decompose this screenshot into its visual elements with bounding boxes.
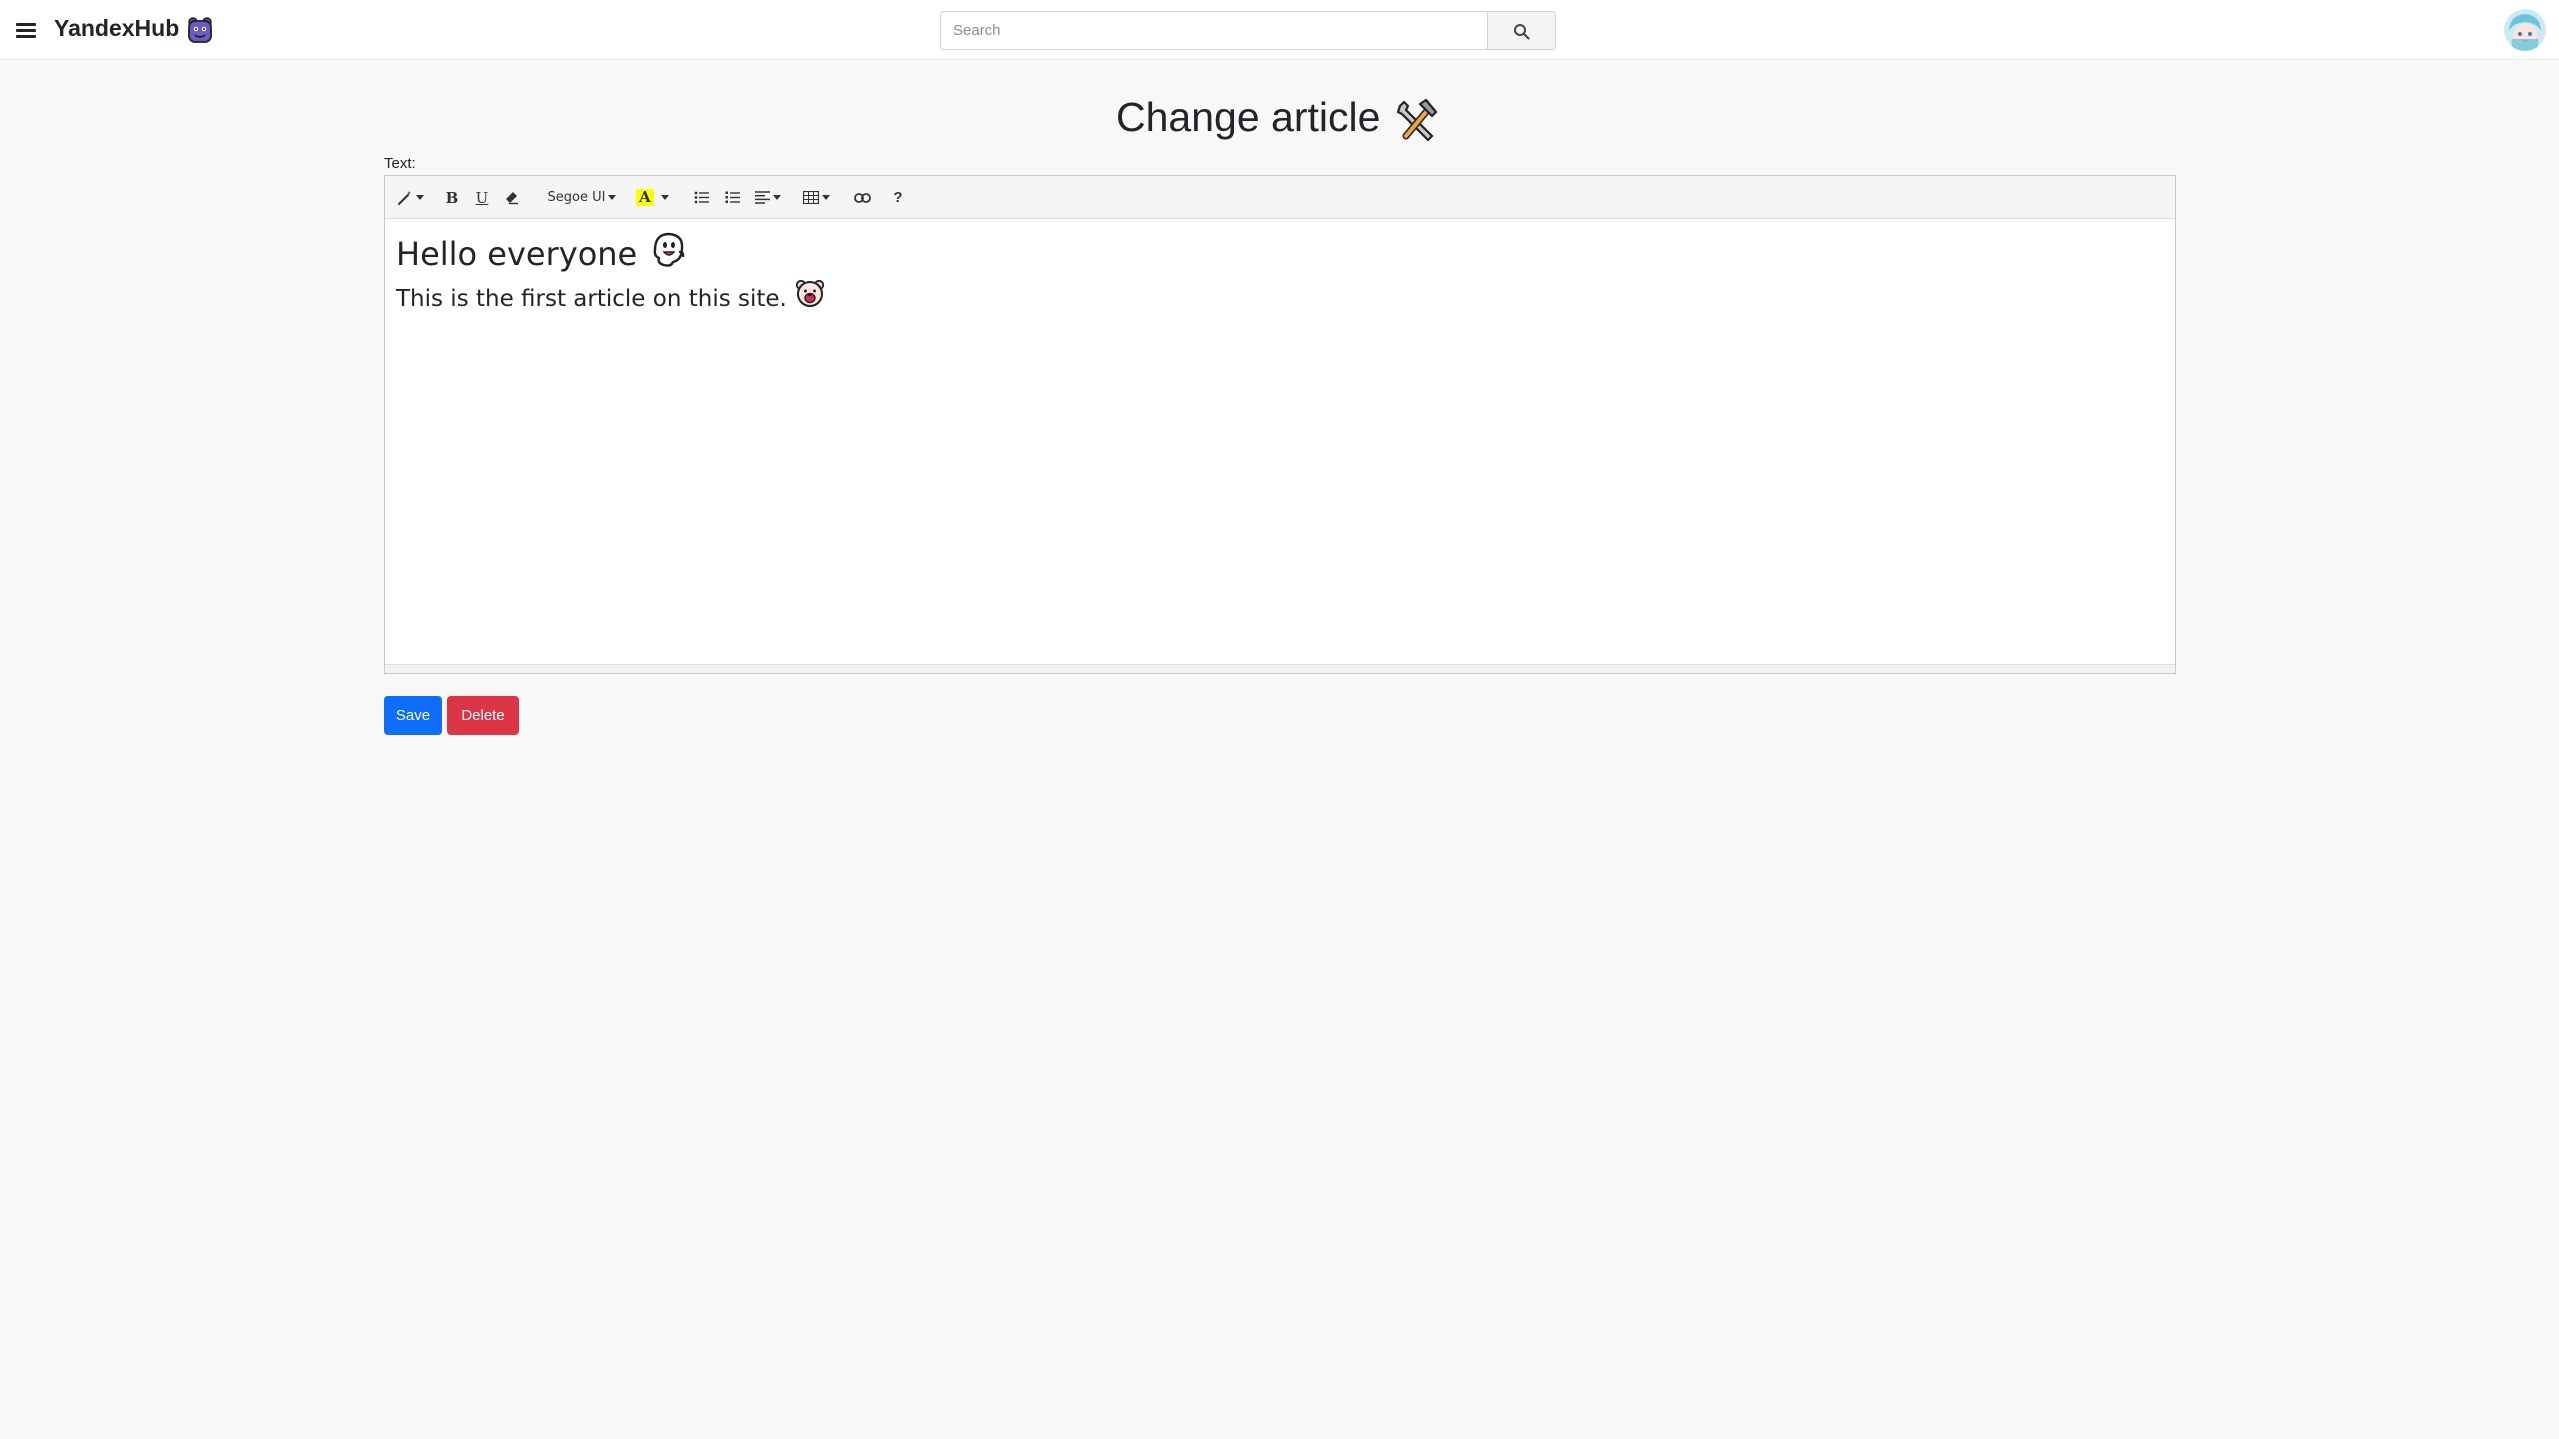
editor-toolbar: B U Segoe UI A ? <box>385 176 2175 219</box>
style-dropdown-button[interactable] <box>394 183 426 212</box>
font-family-dropdown[interactable]: Segoe UI <box>544 183 620 212</box>
brand-name[interactable]: YandexHub <box>54 15 179 42</box>
unordered-list-button[interactable] <box>690 183 712 212</box>
editor-content-area[interactable]: Hello everyone This is the first article… <box>385 220 2175 840</box>
link-icon <box>853 192 871 203</box>
chevron-down-icon <box>608 195 617 200</box>
editor-resize-handle[interactable] <box>385 664 2175 673</box>
brand-logo-icon <box>186 16 214 44</box>
top-navbar: YandexHub <box>0 0 2559 60</box>
eraser-icon <box>506 191 518 204</box>
table-icon <box>802 191 819 204</box>
paragraph-align-dropdown[interactable] <box>751 183 785 212</box>
magic-wand-icon <box>397 190 411 205</box>
page-title: Change article <box>1116 94 1381 140</box>
search-icon <box>1514 24 1530 40</box>
bold-button[interactable]: B <box>441 183 463 212</box>
search-button[interactable] <box>1487 11 1556 50</box>
clear-format-button[interactable] <box>501 183 523 212</box>
chevron-down-icon <box>415 195 424 200</box>
text-color-button[interactable]: A <box>634 183 656 212</box>
article-heading-text: Hello everyone <box>396 235 638 273</box>
rich-text-editor: B U Segoe UI A ? Hello everyone This is … <box>384 175 2176 674</box>
font-name-label: Segoe UI <box>547 190 606 205</box>
article-heading: Hello everyone <box>396 230 2164 278</box>
help-button[interactable]: ? <box>887 183 909 212</box>
menu-icon[interactable] <box>14 18 38 42</box>
save-button[interactable]: Save <box>384 696 442 735</box>
chevron-down-icon <box>773 195 781 200</box>
article-paragraph: This is the first article on this site. <box>396 278 2164 320</box>
insert-link-button[interactable] <box>850 183 874 212</box>
search-input[interactable] <box>940 11 1488 50</box>
chevron-down-icon <box>661 195 669 200</box>
delete-button[interactable]: Delete <box>447 696 519 735</box>
numbered-list-icon <box>725 191 740 203</box>
hammer-and-wrench-icon <box>1392 96 1440 144</box>
user-avatar[interactable] <box>2504 9 2546 51</box>
text-color-dropdown[interactable] <box>657 183 673 212</box>
text-color-letter: A <box>636 189 654 206</box>
table-dropdown[interactable] <box>799 183 833 212</box>
ghost-emoji-icon <box>649 230 687 278</box>
search-bar <box>940 11 1556 50</box>
align-left-icon <box>755 191 770 204</box>
bear-face-emoji-icon <box>795 278 825 320</box>
chevron-down-icon <box>821 195 830 200</box>
bullet-list-icon <box>694 191 709 204</box>
underline-button[interactable]: U <box>471 183 493 212</box>
text-field-label: Text: <box>384 155 416 172</box>
article-paragraph-text: This is the first article on this site. <box>396 286 787 312</box>
ordered-list-button[interactable] <box>721 183 743 212</box>
